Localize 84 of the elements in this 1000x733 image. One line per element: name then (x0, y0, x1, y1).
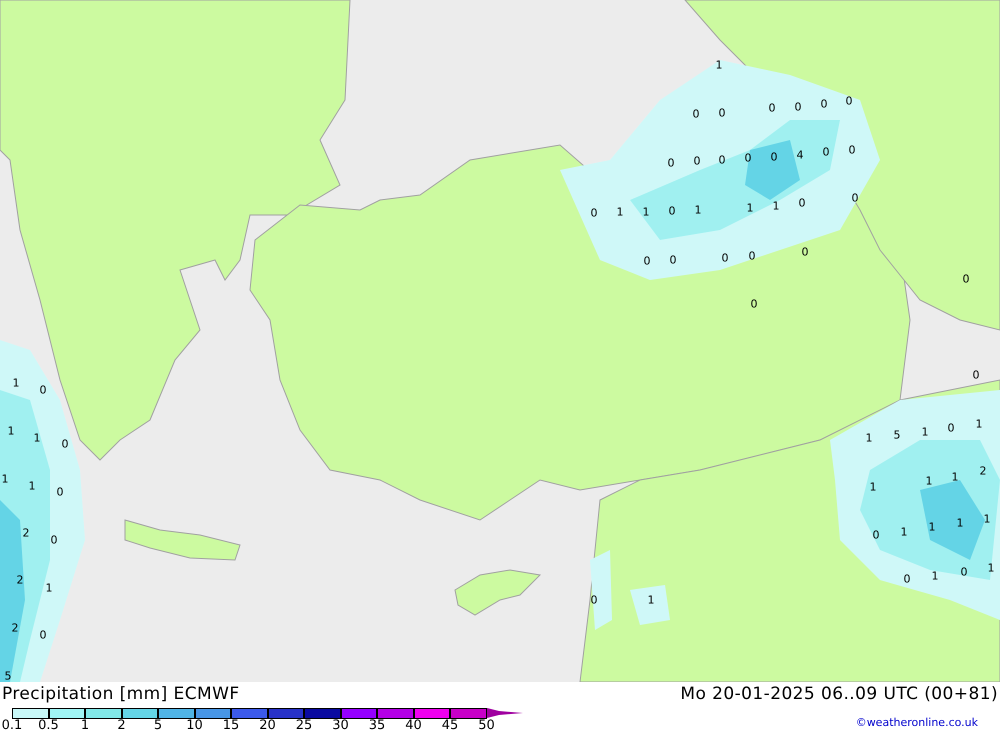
precipitation-value: 0 (694, 156, 700, 166)
precipitation-value: 1 (46, 582, 52, 594)
precipitation-value: 1 (928, 522, 936, 532)
precipitation-value: 1 (932, 570, 938, 582)
precipitation-value: 1 (976, 418, 982, 430)
precipitation-value: 1 (984, 514, 990, 524)
precipitation-value: 0 (846, 96, 852, 106)
precipitation-value: 0 (744, 152, 752, 164)
precipitation-value: 0 (668, 206, 676, 216)
precipitation-value: 1 (2, 474, 8, 484)
legend-tick-label: 25 (296, 719, 312, 732)
precipitation-value: 1 (746, 202, 754, 214)
precipitation-value: 4 (796, 150, 804, 160)
legend-tick-label: 30 (332, 719, 349, 732)
precipitation-value: 0 (802, 246, 808, 258)
precipitation-value: 1 (694, 204, 702, 216)
precipitation-value: 1 (616, 206, 624, 218)
precipitation-value: 1 (926, 476, 932, 486)
precipitation-value: 0 (872, 530, 880, 540)
precipitation-value: 0 (972, 370, 980, 380)
legend-tick-label: 35 (368, 719, 386, 732)
precipitation-value: 0 (822, 146, 830, 158)
precipitation-value: 1 (716, 60, 722, 70)
precipitation-value: 5 (894, 430, 900, 440)
precipitation-value: 1 (952, 472, 958, 482)
precipitation-value: 0 (50, 534, 58, 546)
precipitation-value: 0 (820, 98, 828, 110)
precipitation-value: 0 (62, 438, 68, 450)
precipitation-value: 5 (4, 670, 12, 682)
precipitation-value: 2 (12, 622, 18, 634)
precipitation-value: 0 (670, 254, 676, 266)
precipitation-value: 1 (956, 518, 964, 528)
legend-tick-label: 45 (442, 719, 458, 732)
precipitation-value: 1 (8, 426, 14, 436)
precipitation-value: 0 (40, 630, 46, 640)
legend-tick-label: 2 (117, 719, 126, 732)
precipitation-value: 0 (692, 108, 700, 120)
precipitation-value: 0 (798, 198, 806, 208)
legend-tick-label: 50 (478, 719, 495, 732)
precipitation-value: 0 (748, 250, 756, 262)
precipitation-value: 2 (16, 574, 24, 586)
legend-tick-label: 20 (259, 719, 276, 732)
precipitation-value: 0 (722, 252, 728, 264)
precipitation-value: 0 (718, 108, 726, 118)
precipitation-value: 2 (980, 466, 986, 476)
precipitation-value: 1 (870, 482, 876, 492)
precipitation-value: 0 (56, 486, 64, 498)
precipitation-value: 0 (590, 594, 598, 606)
precipitation-value: 0 (718, 154, 726, 166)
precipitation-value: 0 (794, 102, 802, 112)
precipitation-value: 0 (668, 158, 674, 168)
precipitation-value: 1 (648, 594, 654, 606)
precipitation-value: 0 (644, 256, 650, 266)
precipitation-value: 1 (12, 378, 20, 388)
precipitation-value: 0 (848, 144, 856, 156)
legend-tick-label: 5 (154, 719, 162, 732)
precipitation-value: 1 (34, 432, 40, 444)
precipitation-value: 1 (866, 432, 872, 444)
precipitation-value: 0 (948, 422, 954, 434)
precipitation-value: 0 (962, 274, 970, 284)
precipitation-value: 0 (904, 574, 910, 584)
precipitation-value: 1 (922, 426, 928, 438)
precipitation-value: 2 (22, 528, 30, 538)
precipitation-value: 0 (770, 152, 778, 162)
map-title: Precipitation [mm] ECMWF (2, 686, 240, 703)
legend-tick-label: 0.1 (2, 719, 22, 732)
precipitation-value: 1 (642, 206, 650, 218)
forecast-datetime: Mo 20-01-2025 06..09 UTC (00+81) (680, 686, 998, 703)
legend-tick-label: 40 (405, 719, 422, 732)
precipitation-value: 0 (852, 192, 858, 204)
precipitation-value: 1 (900, 526, 908, 538)
legend-tick-label: 0.5 (38, 719, 59, 732)
precipitation-value: 0 (768, 102, 776, 114)
legend-tick-label: 10 (186, 719, 203, 732)
precipitation-value: 0 (750, 298, 758, 310)
legend-tick-label: 1 (80, 719, 90, 732)
precipitation-value: 0 (960, 566, 968, 578)
credit-link[interactable]: ©weatheronline.co.uk (856, 714, 998, 733)
precipitation-value: 1 (988, 562, 994, 574)
precipitation-value: 1 (772, 200, 780, 212)
precipitation-value: 0 (590, 208, 598, 218)
precipitation-value: 1 (28, 480, 36, 492)
legend-tick-label: 15 (222, 719, 240, 732)
precipitation-value: 0 (40, 384, 46, 396)
